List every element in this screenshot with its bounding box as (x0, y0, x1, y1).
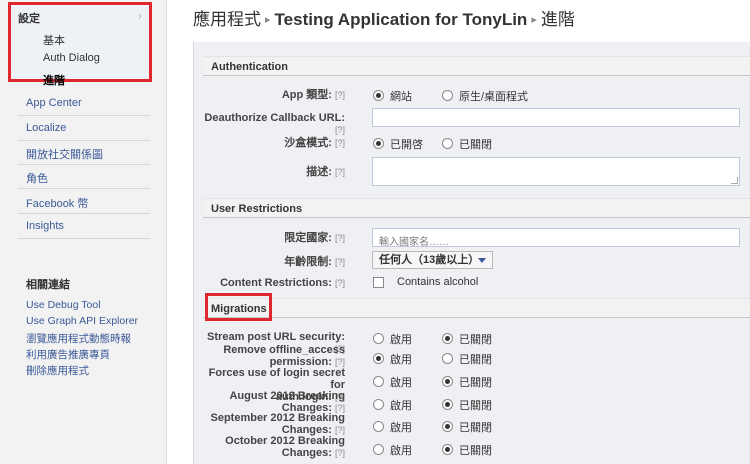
content-restrictions-label: Content Restrictions: [?] (220, 277, 345, 289)
section-migrations-header: Migrations (203, 298, 750, 318)
sidebar-link-localize[interactable]: Localize (26, 122, 66, 134)
help-icon[interactable]: [?] (335, 357, 345, 367)
august-2012-breaking-changes-label: August 2012 Breaking Changes: [?] (229, 390, 345, 414)
description-textarea[interactable] (372, 157, 740, 186)
app-type-website-radio[interactable]: 網站 (373, 88, 412, 104)
related-link-app-timeline[interactable]: 瀏覽應用程式動態時報 (26, 331, 131, 346)
divider (18, 164, 150, 165)
sandbox-disabled-radio[interactable]: 已關閉 (442, 136, 492, 152)
october-2012-breaking-changes-on-radio[interactable]: 啟用 (373, 442, 412, 458)
help-icon[interactable]: [?] (335, 257, 345, 267)
remove-offline-access-on-radio[interactable]: 啟用 (373, 351, 412, 367)
app-type-label: App 類型: [?] (281, 89, 345, 101)
sidebar-item-auth-dialog[interactable]: Auth Dialog (43, 52, 100, 64)
september-2012-breaking-changes-on-radio[interactable]: 啟用 (373, 419, 412, 435)
help-icon[interactable]: [?] (335, 138, 345, 148)
resize-handle-icon[interactable] (731, 177, 738, 184)
help-icon[interactable]: [?] (335, 425, 345, 435)
breadcrumb-current-page: 進階 (540, 10, 575, 29)
remove-offline-access-off-radio[interactable]: 已關閉 (442, 351, 492, 367)
divider (18, 213, 150, 214)
sidebar: 設定 › 基本 Auth Dialog 進階 App Center Locali… (0, 0, 167, 464)
age-restriction-label: 年齡限制: [?] (284, 256, 345, 268)
login-secret-auth-login-on-radio[interactable]: 啟用 (373, 374, 412, 390)
breadcrumb-app-name[interactable]: Testing Application for TonyLin (275, 10, 528, 29)
help-icon[interactable]: [?] (335, 233, 345, 243)
sandbox-mode-label: 沙盒模式: [?] (284, 137, 345, 149)
description-label: 描述: [?] (306, 166, 345, 178)
august-2012-breaking-changes-off-radio[interactable]: 已關閉 (442, 397, 492, 413)
divider (18, 238, 150, 239)
app-type-native-radio[interactable]: 原生/桌面程式 (442, 88, 528, 104)
migrations-highlight (205, 293, 272, 321)
country-restriction-label: 限定國家: [?] (284, 232, 345, 244)
sidebar-link-facebook-credits[interactable]: Facebook 幣 (26, 195, 88, 211)
contains-alcohol-label: Contains alcohol (397, 276, 479, 288)
login-secret-auth-login-off-radio[interactable]: 已關閉 (442, 374, 492, 390)
sidebar-link-open-graph[interactable]: 開放社交關係圖 (26, 146, 103, 162)
breadcrumb: 應用程式 ▸ Testing Application for TonyLin ▸ 進階 (193, 5, 575, 30)
august-2012-breaking-changes-on-radio[interactable]: 啟用 (373, 397, 412, 413)
help-icon[interactable]: [?] (335, 448, 345, 458)
divider (18, 188, 150, 189)
remove-offline-access-label: Remove offline_access permission: [?] (223, 344, 345, 368)
sidebar-item-basic[interactable]: 基本 (43, 32, 65, 48)
section-authentication-header: Authentication (203, 56, 750, 76)
october-2012-breaking-changes-off-radio[interactable]: 已關閉 (442, 442, 492, 458)
country-input[interactable]: 輸入國家名…… (372, 228, 740, 248)
deauth-callback-input[interactable] (372, 108, 740, 127)
section-user-restrictions-header: User Restrictions (203, 198, 750, 218)
related-link-delete-app[interactable]: 刪除應用程式 (26, 363, 89, 378)
september-2012-breaking-changes-label: September 2012 Breaking Changes: [?] (210, 412, 345, 436)
stream-post-url-security-off-radio[interactable]: 已關閉 (442, 331, 492, 347)
stream-post-url-security-on-radio[interactable]: 啟用 (373, 331, 412, 347)
help-icon[interactable]: [?] (335, 278, 345, 288)
related-links-title: 相關連結 (26, 279, 70, 291)
october-2012-breaking-changes-label: October 2012 Breaking Changes: [?] (225, 435, 345, 459)
dropdown-arrow-icon (478, 258, 486, 263)
sidebar-link-roles[interactable]: 角色 (26, 170, 48, 186)
related-link-graph-api-explorer[interactable]: Use Graph API Explorer (26, 315, 138, 327)
sidebar-link-app-center[interactable]: App Center (26, 97, 82, 109)
age-restriction-select[interactable]: 任何人（13歲以上） (372, 251, 493, 269)
help-icon[interactable]: [?] (335, 167, 345, 177)
breadcrumb-separator-icon: ▸ (265, 14, 271, 26)
contains-alcohol-checkbox[interactable] (373, 277, 384, 288)
related-link-debug-tool[interactable]: Use Debug Tool (26, 299, 101, 311)
divider (18, 115, 150, 116)
divider (18, 140, 150, 141)
breadcrumb-separator-icon: ▸ (531, 14, 537, 26)
sidebar-link-insights[interactable]: Insights (26, 220, 64, 232)
sandbox-enabled-radio[interactable]: 已開啓 (373, 136, 423, 152)
related-link-promote-page[interactable]: 利用廣告推廣專頁 (26, 347, 110, 362)
help-icon[interactable]: [?] (335, 125, 345, 135)
help-icon[interactable]: [?] (335, 90, 345, 100)
deauth-callback-label: Deauthorize Callback URL: [?] (204, 112, 345, 135)
chevron-right-icon: › (138, 9, 142, 23)
breadcrumb-apps[interactable]: 應用程式 (193, 10, 261, 29)
september-2012-breaking-changes-off-radio[interactable]: 已關閉 (442, 419, 492, 435)
sidebar-item-advanced[interactable]: 進階 (43, 72, 65, 88)
sidebar-settings-heading[interactable]: 設定 (18, 10, 40, 26)
